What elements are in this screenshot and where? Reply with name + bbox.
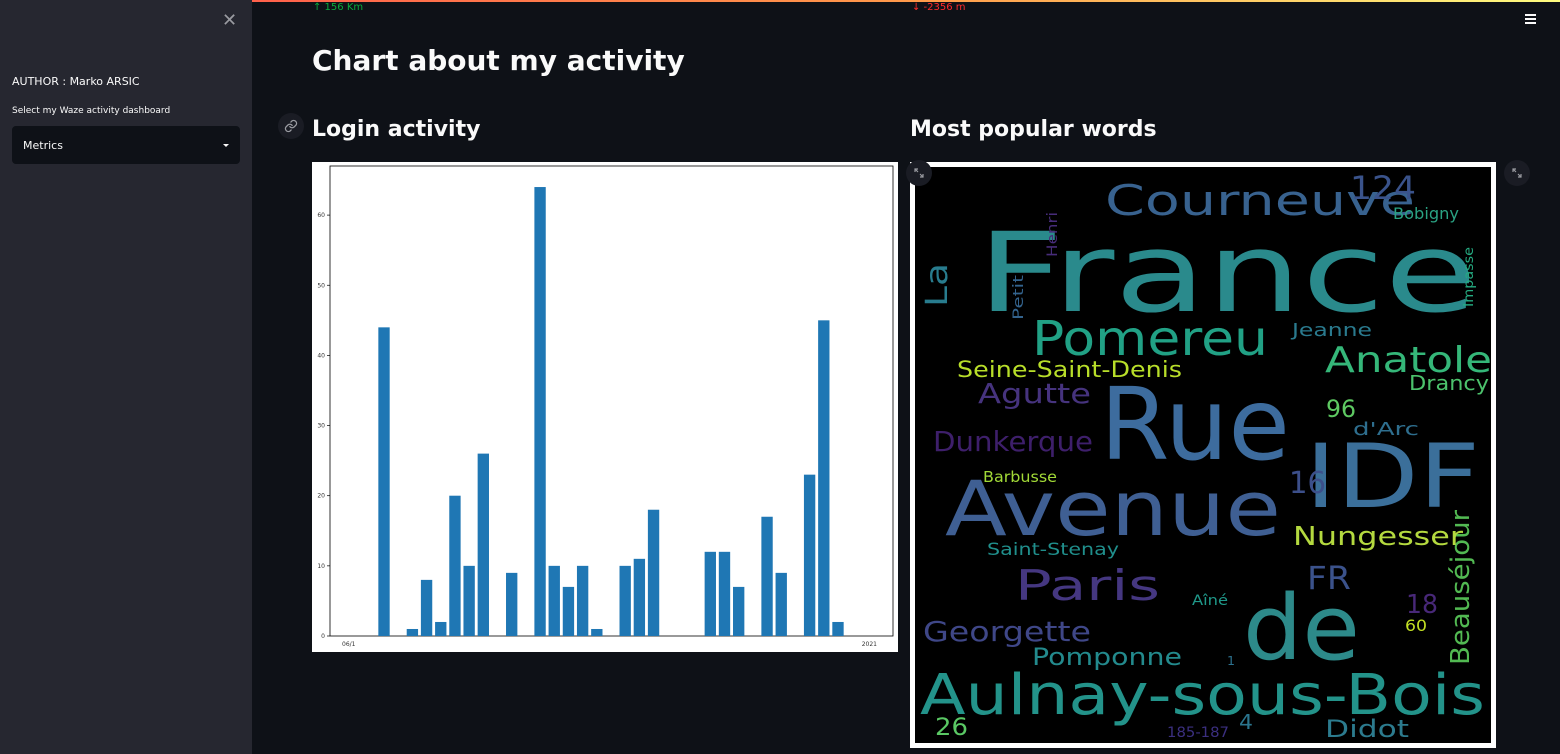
- word-cloud-word: 96: [1326, 395, 1356, 423]
- login-activity-title: Login activity: [312, 117, 481, 142]
- bar-chart-svg: 0 10 20 30 40 50 60 06/1 2021: [317, 165, 894, 648]
- main-menu-icon[interactable]: [1525, 14, 1536, 26]
- word-cloud-canvas: France Rue IDF Avenue de Aulnay-sous-Bois Cour…: [915, 167, 1491, 743]
- word-cloud-word: Dunkerque: [933, 425, 1093, 458]
- bar: [477, 453, 489, 636]
- bar: [633, 558, 646, 636]
- word-cloud-word: Henri: [1045, 212, 1061, 257]
- page-title: Chart about my activity: [312, 44, 685, 77]
- bar: [832, 621, 844, 636]
- bar: [718, 551, 731, 636]
- distance-delta: ↑ 156 Km: [313, 2, 364, 13]
- bar: [803, 474, 816, 636]
- anchor-link-icon[interactable]: [278, 113, 304, 139]
- chevron-down-icon: [223, 143, 229, 147]
- bar: [647, 509, 660, 636]
- y-tick-label: 50: [317, 282, 325, 289]
- y-tick-label: 10: [317, 563, 325, 570]
- word-cloud-word: Jeanne: [1291, 320, 1372, 341]
- bar: [534, 187, 546, 636]
- dashboard-select-value: Metrics: [23, 138, 63, 152]
- bar: [435, 621, 447, 636]
- word-cloud-word: 4: [1239, 710, 1253, 734]
- bar: [420, 579, 433, 636]
- bar: [506, 572, 518, 636]
- bar: [576, 565, 589, 636]
- word-cloud-word: Aîné: [1192, 593, 1228, 609]
- y-tick-label: 60: [317, 212, 325, 219]
- bar: [449, 495, 461, 636]
- author-label: AUTHOR : Marko ARSIC: [12, 75, 140, 88]
- word-cloud-word: d'Arc: [1353, 419, 1419, 440]
- sidebar: ✕ AUTHOR : Marko ARSIC Select my Waze ac…: [0, 0, 252, 754]
- bar: [704, 551, 716, 636]
- dashboard-select[interactable]: Metrics: [12, 126, 240, 164]
- word-cloud-word: FR: [1307, 559, 1351, 597]
- word-cloud-word: 26: [935, 713, 968, 741]
- bar: [818, 320, 830, 636]
- popular-words-title: Most popular words: [910, 117, 1157, 142]
- word-cloud-word: Impasse: [1462, 247, 1477, 307]
- word-cloud-word: 124: [1350, 169, 1416, 207]
- word-cloud-word: 60: [1405, 616, 1427, 635]
- bar: [733, 586, 745, 636]
- bar: [761, 516, 773, 636]
- bar: [406, 628, 419, 636]
- y-tick-label: 40: [317, 352, 325, 359]
- x-tick-label-first: 06/1: [342, 641, 356, 648]
- word-cloud-word: Bobigny: [1393, 204, 1459, 223]
- word-cloud-word: Pomponne: [1032, 643, 1182, 671]
- bar: [619, 565, 631, 636]
- y-tick-label: 0: [321, 633, 325, 640]
- word-cloud-word: Barbusse: [983, 468, 1057, 486]
- word-cloud-word: Nungesser: [1293, 522, 1463, 552]
- bar: [548, 565, 560, 636]
- word-cloud-word: Didot: [1325, 715, 1409, 743]
- word-cloud-word: 1: [1227, 654, 1235, 668]
- expand-fullscreen-icon[interactable]: [1504, 160, 1530, 186]
- word-cloud-word: 185-187: [1167, 725, 1229, 741]
- word-cloud-svg: FranceRue IDFAvenuedeAulnay-sous-BoisCour…: [920, 169, 1491, 743]
- expand-left-icon[interactable]: [906, 160, 932, 186]
- bar: [463, 565, 475, 636]
- word-cloud-word: 16: [1289, 466, 1326, 501]
- x-tick-label-last: 2021: [862, 641, 877, 648]
- bar: [378, 327, 390, 636]
- word-cloud-image: France Rue IDF Avenue de Aulnay-sous-Bois Cour…: [910, 162, 1496, 748]
- word-cloud-word: La: [920, 263, 955, 307]
- word-cloud-word: Paris: [1015, 561, 1160, 610]
- word-cloud-word: Saint-Stenay: [987, 540, 1119, 560]
- word-cloud-word: Agutte: [978, 377, 1091, 410]
- close-sidebar-icon[interactable]: ✕: [222, 10, 237, 31]
- dashboard-select-label: Select my Waze activity dashboard: [12, 106, 171, 116]
- word-cloud-word: Drancy: [1409, 371, 1489, 395]
- bar: [591, 628, 603, 636]
- y-tick-label: 30: [317, 423, 325, 430]
- elevation-delta: ↓ -2356 m: [912, 2, 966, 13]
- login-activity-chart: 0 10 20 30 40 50 60 06/1 2021: [312, 162, 898, 652]
- word-cloud-word: Petit: [1011, 274, 1027, 320]
- y-tick-label: 20: [317, 493, 325, 500]
- bar: [775, 572, 787, 636]
- bar: [562, 586, 575, 636]
